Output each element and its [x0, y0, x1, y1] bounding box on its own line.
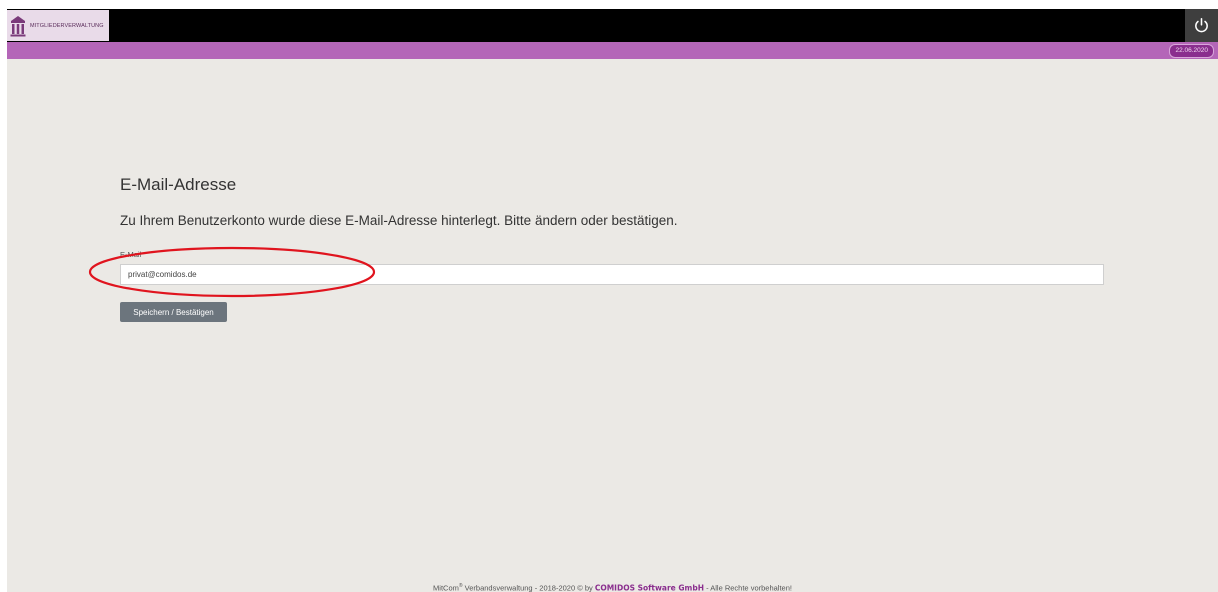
status-bar: 22.06.2020	[7, 42, 1218, 59]
footer-company-link[interactable]: COMIDOS Software GmbH	[595, 584, 704, 592]
footer-text: Verbandsverwaltung - 2018-2020 © by	[462, 583, 595, 592]
app-logo[interactable]: MITGLIEDERVERWALTUNG	[7, 10, 109, 41]
email-label: E-Mail	[120, 250, 142, 259]
footer-product: MitCom	[433, 583, 459, 592]
app-frame: MITGLIEDERVERWALTUNG 22.06.2020 E-Mail-A…	[7, 9, 1218, 592]
footer: MitCom® Verbandsverwaltung - 2018-2020 ©…	[7, 583, 1218, 592]
save-confirm-button[interactable]: Speichern / Bestätigen	[120, 302, 227, 322]
top-bar: MITGLIEDERVERWALTUNG	[7, 9, 1218, 42]
email-field[interactable]	[120, 264, 1104, 285]
footer-suffix: - Alle Rechte vorbehalten!	[704, 583, 792, 592]
building-columns-icon	[10, 15, 26, 36]
intro-text: Zu Ihrem Benutzerkonto wurde diese E-Mai…	[120, 213, 678, 228]
power-icon	[1195, 17, 1208, 33]
logo-text: MITGLIEDERVERWALTUNG	[30, 22, 104, 29]
power-button[interactable]	[1185, 9, 1218, 42]
date-badge: 22.06.2020	[1169, 44, 1214, 58]
page-title: E-Mail-Adresse	[120, 175, 237, 194]
